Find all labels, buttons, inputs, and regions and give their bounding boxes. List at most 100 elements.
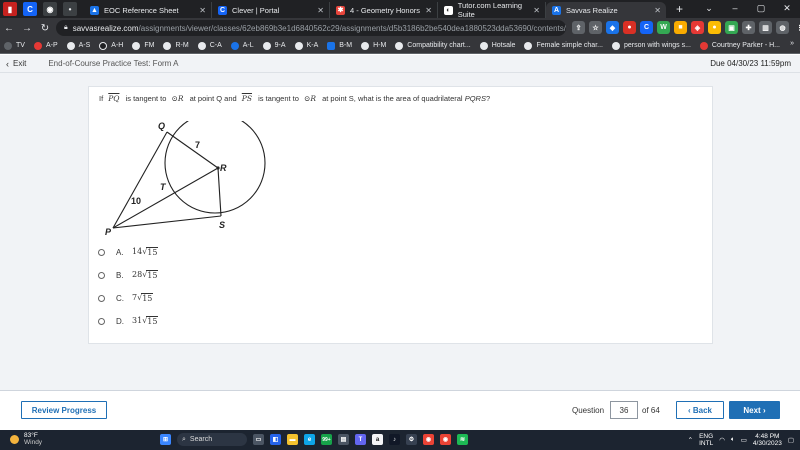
chrome-active-icon[interactable]: ◉ xyxy=(440,434,451,445)
bookmark-icon xyxy=(262,41,271,50)
back-button[interactable]: ‹ Back xyxy=(676,401,724,419)
share-icon[interactable]: ⇪ xyxy=(572,21,585,34)
bookmark-item[interactable]: A-S xyxy=(66,41,90,50)
close-window-icon[interactable]: ✕ xyxy=(774,0,800,18)
teams-icon[interactable]: T xyxy=(355,434,366,445)
bookmark-item[interactable]: H-M xyxy=(361,41,386,50)
bookmark-icon xyxy=(294,41,303,50)
extension-icon[interactable]: ◆ xyxy=(606,21,619,34)
bookmark-item[interactable]: FM xyxy=(132,41,154,50)
close-tab-icon[interactable]: ✕ xyxy=(533,6,540,15)
bookmark-item[interactable]: B-M xyxy=(327,41,352,50)
forward-arrow-icon[interactable]: → xyxy=(18,23,36,34)
exit-button[interactable]: ‹ Exit xyxy=(6,59,26,69)
language-indicator[interactable]: ENG INTL xyxy=(699,433,713,447)
widgets-icon[interactable]: ◧ xyxy=(270,434,281,445)
answer-choice-b[interactable]: B. 28 √ 15 xyxy=(98,270,159,280)
edge-icon[interactable]: e xyxy=(304,434,315,445)
tab-eoc-reference[interactable]: ▲ EOC Reference Sheet ✕ xyxy=(84,2,212,18)
windows-start-icon[interactable]: ⊞ xyxy=(160,434,171,445)
close-tab-icon[interactable]: ✕ xyxy=(654,6,661,15)
tab-geometry-honors[interactable]: ✱ 4 - Geometry Honors ✕ xyxy=(330,2,438,18)
test-title: End-of-Course Practice Test: Form A xyxy=(48,59,179,68)
battery-icon[interactable]: ▭ xyxy=(741,436,747,444)
bookmark-item[interactable]: A-L xyxy=(230,41,254,50)
radio-button[interactable] xyxy=(98,294,105,302)
tiktok-icon[interactable]: ♪ xyxy=(389,434,400,445)
radio-button[interactable] xyxy=(98,271,105,279)
close-tab-icon[interactable]: ✕ xyxy=(425,6,432,15)
clock[interactable]: 4:48 PM 4/30/2023 xyxy=(753,433,782,447)
menu-icon[interactable]: ⋮ xyxy=(793,21,800,34)
star-icon[interactable]: ☆ xyxy=(589,21,602,34)
question-prompt: If PQ is tangent to ⊙R at point Q and PS… xyxy=(99,94,491,103)
bookmark-item[interactable]: K-A xyxy=(294,41,318,50)
notifications-icon[interactable]: ▢ xyxy=(788,436,794,444)
bookmark-item[interactable]: Female simple char... xyxy=(524,41,603,50)
chrome-icon[interactable]: ◉ xyxy=(423,434,434,445)
answer-choice-d[interactable]: D. 31 √ 15 xyxy=(98,316,159,326)
extensions-bar: ⇪ ☆ ◆ ● C W ■ ◈ ● ▣ ✚ ▥ ◍ ⋮ xyxy=(572,21,800,34)
sidepanel-icon[interactable]: ▥ xyxy=(759,21,772,34)
bookmark-item[interactable]: Hotsale xyxy=(479,41,515,50)
maximize-icon[interactable]: ▢ xyxy=(748,0,774,18)
bookmark-item[interactable]: Courtney Parker - H... xyxy=(699,41,780,50)
store-icon[interactable]: ▤ xyxy=(338,434,349,445)
chevron-down-icon[interactable]: ⌄ xyxy=(696,0,722,18)
bookmark-item[interactable]: A-H xyxy=(99,41,123,50)
browser-tab-strip: ▮ C ◉ • ▲ EOC Reference Sheet ✕ C Clever… xyxy=(0,0,800,19)
file-explorer-icon[interactable]: ▬ xyxy=(287,434,298,445)
bookmarks-overflow-icon[interactable]: » xyxy=(790,40,794,47)
close-tab-icon[interactable]: ✕ xyxy=(199,6,206,15)
bookmark-icon xyxy=(33,41,42,50)
amazon-icon[interactable]: a xyxy=(372,434,383,445)
back-arrow-icon[interactable]: ← xyxy=(0,23,18,34)
extension-icon[interactable]: C xyxy=(640,21,653,34)
settings-icon[interactable]: ⚙ xyxy=(406,434,417,445)
minimize-icon[interactable]: – xyxy=(722,0,748,18)
extension-icon[interactable]: ◈ xyxy=(691,21,704,34)
chrome-pinned-icon[interactable]: ◉ xyxy=(43,2,57,16)
tab-savvas-realize[interactable]: A Savvas Realize ✕ xyxy=(546,2,666,18)
tab-clever[interactable]: C Clever | Portal ✕ xyxy=(212,2,330,18)
pinned-dot-icon[interactable]: • xyxy=(63,2,77,16)
puzzle-icon[interactable]: ✚ xyxy=(742,21,755,34)
radio-button[interactable] xyxy=(98,317,105,325)
bookmark-item[interactable]: A-P xyxy=(33,41,58,50)
notification-badge[interactable]: 99+ xyxy=(321,434,332,445)
radio-button[interactable] xyxy=(98,248,105,256)
next-button[interactable]: Next › xyxy=(729,401,780,419)
profile-icon[interactable]: ◍ xyxy=(776,21,789,34)
bookmark-item[interactable]: person with wings s... xyxy=(611,41,691,50)
weather-widget[interactable]: 83°F Windy xyxy=(10,432,42,446)
chevron-up-icon[interactable]: ⌃ xyxy=(688,436,693,444)
extension-icon[interactable]: W xyxy=(657,21,670,34)
wifi-icon[interactable]: ◠ xyxy=(719,436,725,444)
new-tab-icon[interactable]: + xyxy=(676,2,683,16)
answer-choice-a[interactable]: A. 14 √ 15 xyxy=(98,247,159,257)
clever-pinned-icon[interactable]: C xyxy=(23,2,37,16)
bookmark-icon xyxy=(99,41,108,50)
bookmark-item[interactable]: R-M xyxy=(163,41,189,50)
extension-icon[interactable]: ▣ xyxy=(725,21,738,34)
bookmark-item[interactable]: Compatibility chart... xyxy=(395,41,471,50)
address-bar[interactable]: 🔒︎ savvasrealize.com/assignments/viewer/… xyxy=(56,20,566,36)
bookmark-item[interactable]: 9-A xyxy=(262,41,286,50)
task-view-icon[interactable]: ▭ xyxy=(253,434,264,445)
chevron-left-icon: ‹ xyxy=(6,58,9,69)
volume-icon[interactable]: 🔈︎ xyxy=(731,436,735,444)
pinned-tab-icon[interactable]: ▮ xyxy=(3,2,17,16)
extension-icon[interactable]: ● xyxy=(708,21,721,34)
tab-tutor[interactable]: ◐ Tutor.com Learning Suite ✕ xyxy=(438,1,546,19)
review-progress-button[interactable]: Review Progress xyxy=(21,401,107,419)
answer-choice-c[interactable]: C. 7 √ 15 xyxy=(98,293,154,303)
question-number-input[interactable] xyxy=(610,401,638,419)
extension-icon[interactable]: ● xyxy=(623,21,636,34)
extension-icon[interactable]: ■ xyxy=(674,21,687,34)
bookmark-item[interactable]: C-A xyxy=(197,41,222,50)
spotify-icon[interactable]: ≋ xyxy=(457,434,468,445)
bookmark-item[interactable]: TV xyxy=(4,41,25,50)
reload-icon[interactable]: ↻ xyxy=(36,23,54,34)
close-tab-icon[interactable]: ✕ xyxy=(317,6,324,15)
taskbar-search[interactable]: ⌕ Search xyxy=(177,433,247,446)
